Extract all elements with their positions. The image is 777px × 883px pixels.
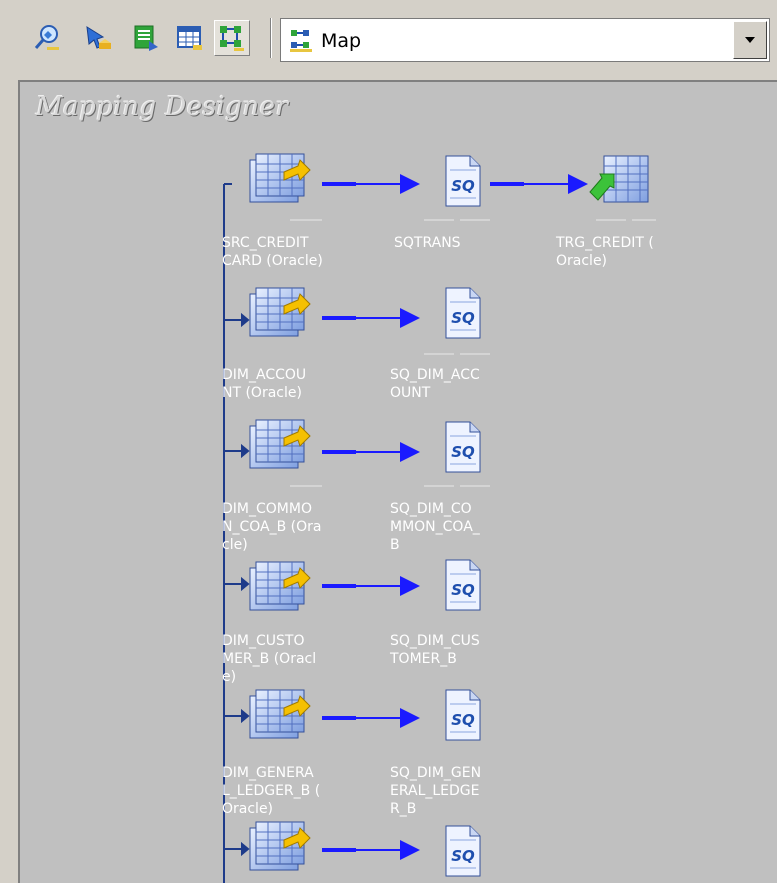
qualifier-node[interactable] — [445, 689, 481, 741]
toolbar: Map — [0, 0, 777, 80]
source-label: DIM_ACCOU NT (Oracle) — [222, 367, 307, 401]
mapplet-designer-button[interactable] — [172, 20, 208, 56]
qualifier-label: SQ_DIM_CO MMON_COA_ B — [390, 501, 480, 553]
mapping-designer-icon — [220, 26, 244, 51]
source-node[interactable] — [249, 821, 311, 871]
qualifier-label: SQ_DIM_GEN ERAL_LEDGE R_B — [390, 765, 482, 817]
source-node[interactable] — [249, 153, 311, 203]
view-select-value: Map — [321, 30, 362, 52]
transformation-developer-button[interactable] — [128, 20, 164, 56]
source-analyzer-button[interactable] — [30, 20, 66, 56]
source-node[interactable] — [249, 561, 311, 611]
target-label: TRG_CREDIT ( Oracle) — [556, 235, 654, 269]
qualifier-node[interactable] — [445, 287, 481, 339]
source-label: DIM_GENERA L_LEDGER_B ( Oracle) — [222, 765, 321, 817]
qualifier-label: SQ_DIM_ACC OUNT — [390, 367, 480, 401]
source-node[interactable] — [249, 689, 311, 739]
map-icon — [290, 30, 312, 52]
qualifier-node[interactable] — [445, 421, 481, 473]
target-node[interactable] — [589, 155, 649, 203]
qualifier-node[interactable] — [445, 155, 481, 207]
mapplet-designer-icon — [177, 26, 202, 50]
chevron-down-icon — [745, 37, 755, 43]
target-designer-icon — [86, 26, 111, 49]
source-node[interactable] — [249, 287, 311, 337]
qualifier-node[interactable] — [445, 825, 481, 877]
target-designer-button[interactable] — [80, 20, 116, 56]
source-node[interactable] — [249, 419, 311, 469]
view-select-dropdown-button[interactable] — [733, 21, 767, 59]
transformation-developer-icon — [134, 25, 158, 51]
qualifier-label: SQTRANS — [394, 235, 461, 251]
view-select[interactable]: Map — [280, 18, 770, 62]
mapping-canvas[interactable]: Mapping Designer SQ SRC_CREDIT CARD (Ora… — [18, 80, 777, 883]
mapping-designer-button[interactable] — [214, 20, 250, 56]
qualifier-node[interactable] — [445, 559, 481, 611]
source-label: DIM_CUSTO MER_B (Oracl e) — [222, 633, 317, 685]
source-label: DIM_COMMO N_COA_B (Ora cle) — [222, 501, 322, 553]
source-label: SRC_CREDIT CARD (Oracle) — [222, 235, 323, 269]
source-analyzer-icon — [34, 25, 59, 50]
toolbar-separator — [270, 18, 272, 58]
mapping-diagram: SQ — [223, 153, 656, 883]
qualifier-label: SQ_DIM_CUS TOMER_B — [390, 633, 480, 667]
